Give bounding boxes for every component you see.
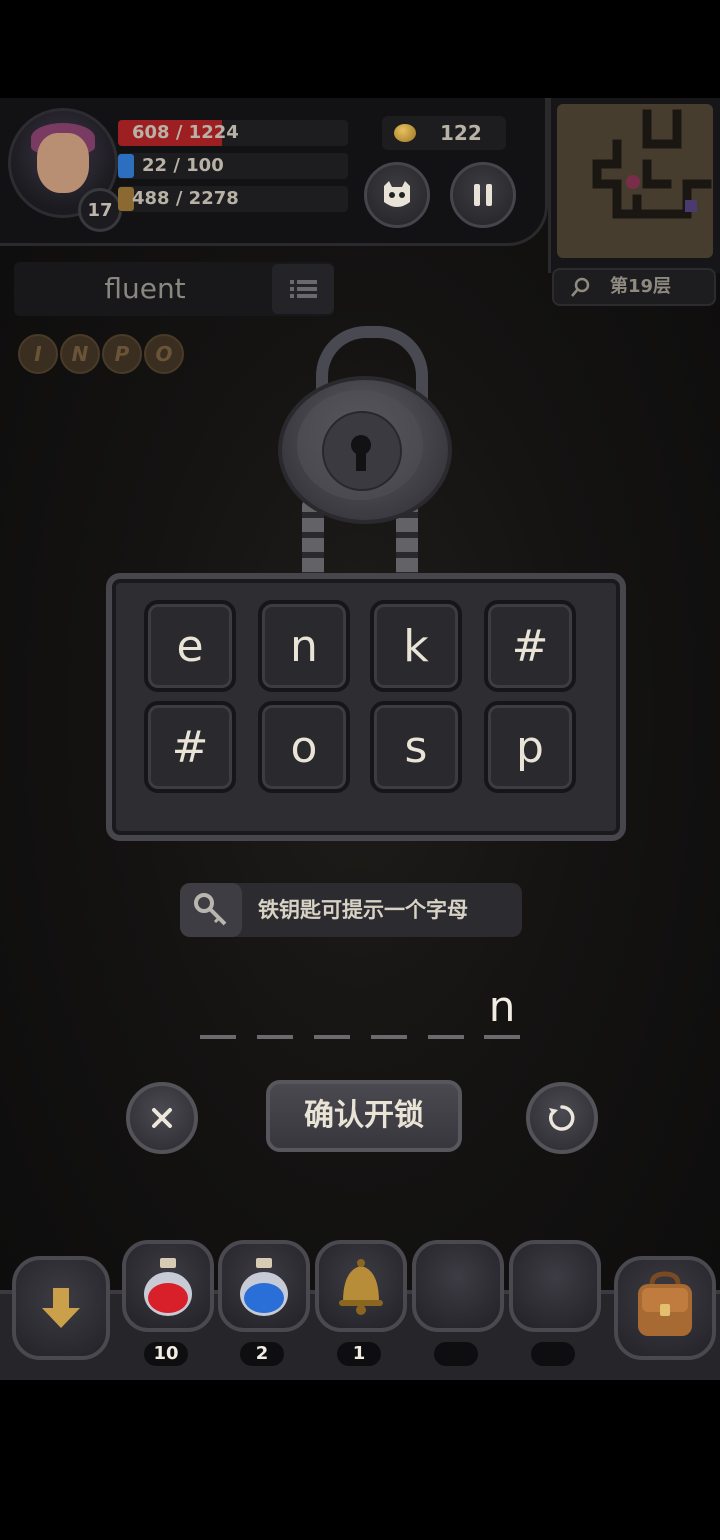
- item-slot[interactable]: [218, 1240, 310, 1332]
- item-count: [434, 1342, 478, 1366]
- answer-slot: [314, 1035, 350, 1039]
- letter-tile[interactable]: p: [484, 701, 576, 793]
- level-badge: 17: [78, 188, 122, 232]
- hp-text: 608 / 1224: [132, 122, 239, 143]
- item-slot[interactable]: [315, 1240, 407, 1332]
- iron-key-graphic: [194, 893, 227, 926]
- rune-token: I: [18, 334, 58, 374]
- avatar-face: [37, 133, 89, 193]
- gold-counter: 122: [382, 116, 506, 150]
- maze-layout: [592, 109, 712, 219]
- gold-coin-icon: [394, 124, 416, 142]
- pause-button[interactable]: [450, 162, 516, 228]
- minimap-map: [557, 104, 713, 258]
- answer-slot: [200, 1035, 236, 1039]
- letter-tile[interactable]: n: [258, 600, 350, 692]
- refresh-icon: [549, 1105, 575, 1131]
- letter-tile[interactable]: #: [144, 701, 236, 793]
- bell-icon: [339, 1259, 383, 1315]
- item-count: 1: [337, 1342, 381, 1366]
- mp-icon: [118, 154, 134, 178]
- minimap[interactable]: [548, 98, 720, 273]
- cancel-button[interactable]: [126, 1082, 198, 1154]
- rune-token: O: [144, 334, 184, 374]
- word-list-button[interactable]: [272, 264, 334, 314]
- key-icon: [180, 883, 242, 937]
- floor-label: 第19层: [610, 276, 672, 297]
- close-icon: [152, 1108, 172, 1128]
- answer-letter: n: [488, 982, 516, 1031]
- game-screen: 17 608 / 1224 22 / 100 488 / 2278 122 第1…: [0, 98, 720, 1380]
- descend-button[interactable]: [12, 1256, 110, 1360]
- rune-token: P: [102, 334, 142, 374]
- item-count: [531, 1342, 575, 1366]
- backpack-button[interactable]: [614, 1256, 716, 1360]
- keyhole-slot: [356, 451, 366, 471]
- hp-bar: 608 / 1224: [118, 120, 348, 146]
- down-arrow-icon: [42, 1288, 80, 1328]
- gold-value: 122: [440, 121, 482, 145]
- xp-text: 488 / 2278: [132, 188, 239, 209]
- reset-button[interactable]: [526, 1082, 598, 1154]
- key-hint-button[interactable]: 铁钥匙可提示一个字母: [180, 883, 522, 937]
- letter-tile[interactable]: #: [484, 600, 576, 692]
- mp-bar: 22 / 100: [118, 153, 348, 179]
- item-count: 2: [240, 1342, 284, 1366]
- search-icon: [571, 277, 590, 297]
- floor-indicator[interactable]: 第19层: [552, 268, 716, 306]
- keyhole-icon: [322, 411, 402, 491]
- hint-text: 铁钥匙可提示一个字母: [258, 898, 468, 922]
- letter-tile[interactable]: e: [144, 600, 236, 692]
- ghost-face-icon: [384, 181, 410, 207]
- item-slot-empty[interactable]: [509, 1240, 601, 1332]
- answer-slot: [484, 1035, 520, 1039]
- xp-bar: 488 / 2278: [118, 186, 348, 212]
- rune-token: N: [60, 334, 100, 374]
- red-potion-icon: [144, 1258, 192, 1316]
- blue-potion-icon: [240, 1258, 288, 1316]
- item-slot[interactable]: [122, 1240, 214, 1332]
- confirm-unlock-button[interactable]: 确认开锁: [266, 1080, 462, 1152]
- mp-text: 22 / 100: [142, 155, 224, 176]
- item-count: 10: [144, 1342, 188, 1366]
- pause-icon: [474, 184, 492, 206]
- letter-tile[interactable]: k: [370, 600, 462, 692]
- answer-slot: [257, 1035, 293, 1039]
- answer-slot: [428, 1035, 464, 1039]
- list-icon: [290, 280, 317, 298]
- pet-button[interactable]: [364, 162, 430, 228]
- backpack-icon: [638, 1271, 692, 1336]
- target-word: fluent: [104, 272, 186, 305]
- answer-slot: [371, 1035, 407, 1039]
- letter-tile[interactable]: o: [258, 701, 350, 793]
- letter-tile[interactable]: s: [370, 701, 462, 793]
- item-slot-empty[interactable]: [412, 1240, 504, 1332]
